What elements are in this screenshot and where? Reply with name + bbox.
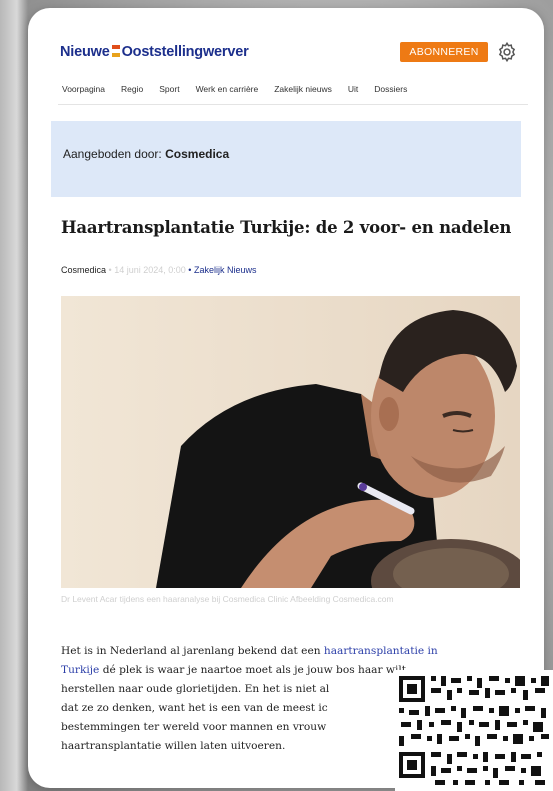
logo-flag-icon xyxy=(111,45,120,57)
photo-caption: Dr Levent Acar tijdens een haaranalyse b… xyxy=(61,594,394,604)
subscribe-button[interactable]: ABONNEREN xyxy=(400,42,488,62)
meta-separator-2: • xyxy=(188,265,192,275)
sponsor-text: Aangeboden door: Cosmedica xyxy=(63,147,229,161)
article-meta: Cosmedica • 14 juni 2024, 0:00 • Zakelij… xyxy=(61,265,257,275)
doctor-photo-illustration xyxy=(61,296,520,588)
body-text-2: dé plek is waar je naartoe moet als je j… xyxy=(99,664,406,676)
logo-text-part2: Ooststellingwerver xyxy=(121,44,249,60)
site-header: Nieuwe Ooststellingwerver ABONNEREN xyxy=(28,8,544,93)
nav-item-regio[interactable]: Regio xyxy=(121,84,143,94)
qr-code-icon xyxy=(395,670,553,791)
logo-text-part1: Nieuwe xyxy=(60,44,110,60)
sponsor-banner: Aangeboden door: Cosmedica xyxy=(51,121,521,197)
nav-item-uit[interactable]: Uit xyxy=(348,84,358,94)
gear-icon[interactable] xyxy=(496,41,518,63)
nav-item-sport[interactable]: Sport xyxy=(159,84,179,94)
sponsor-prefix: Aangeboden door: xyxy=(63,147,162,161)
haartransplantatie-link-part2[interactable]: Turkije xyxy=(61,664,99,676)
sponsor-name[interactable]: Cosmedica xyxy=(165,147,229,161)
article-category-link[interactable]: Zakelijk Nieuws xyxy=(194,265,257,275)
article-photo xyxy=(61,296,520,588)
body-line-1: Het is in Nederland al jarenlang bekend … xyxy=(61,642,531,661)
haartransplantatie-link-part1[interactable]: haartransplantatie in xyxy=(324,645,438,657)
article-author[interactable]: Cosmedica xyxy=(61,265,106,275)
nav-divider xyxy=(58,104,528,105)
article-date: 14 juni 2024, 0:00 xyxy=(114,265,186,275)
main-nav: Voorpagina Regio Sport Werk en carrière … xyxy=(62,84,532,94)
nav-item-zakelijk-nieuws[interactable]: Zakelijk nieuws xyxy=(274,84,332,94)
meta-separator: • xyxy=(108,265,112,275)
nav-item-werk-en-carriere[interactable]: Werk en carrière xyxy=(196,84,259,94)
article-title: Haartransplantatie Turkije: de 2 voor- e… xyxy=(61,218,512,237)
background-edge xyxy=(0,0,28,791)
site-logo[interactable]: Nieuwe Ooststellingwerver xyxy=(60,44,249,60)
body-text-1: Het is in Nederland al jarenlang bekend … xyxy=(61,645,324,657)
nav-item-dossiers[interactable]: Dossiers xyxy=(374,84,407,94)
nav-item-voorpagina[interactable]: Voorpagina xyxy=(62,84,105,94)
